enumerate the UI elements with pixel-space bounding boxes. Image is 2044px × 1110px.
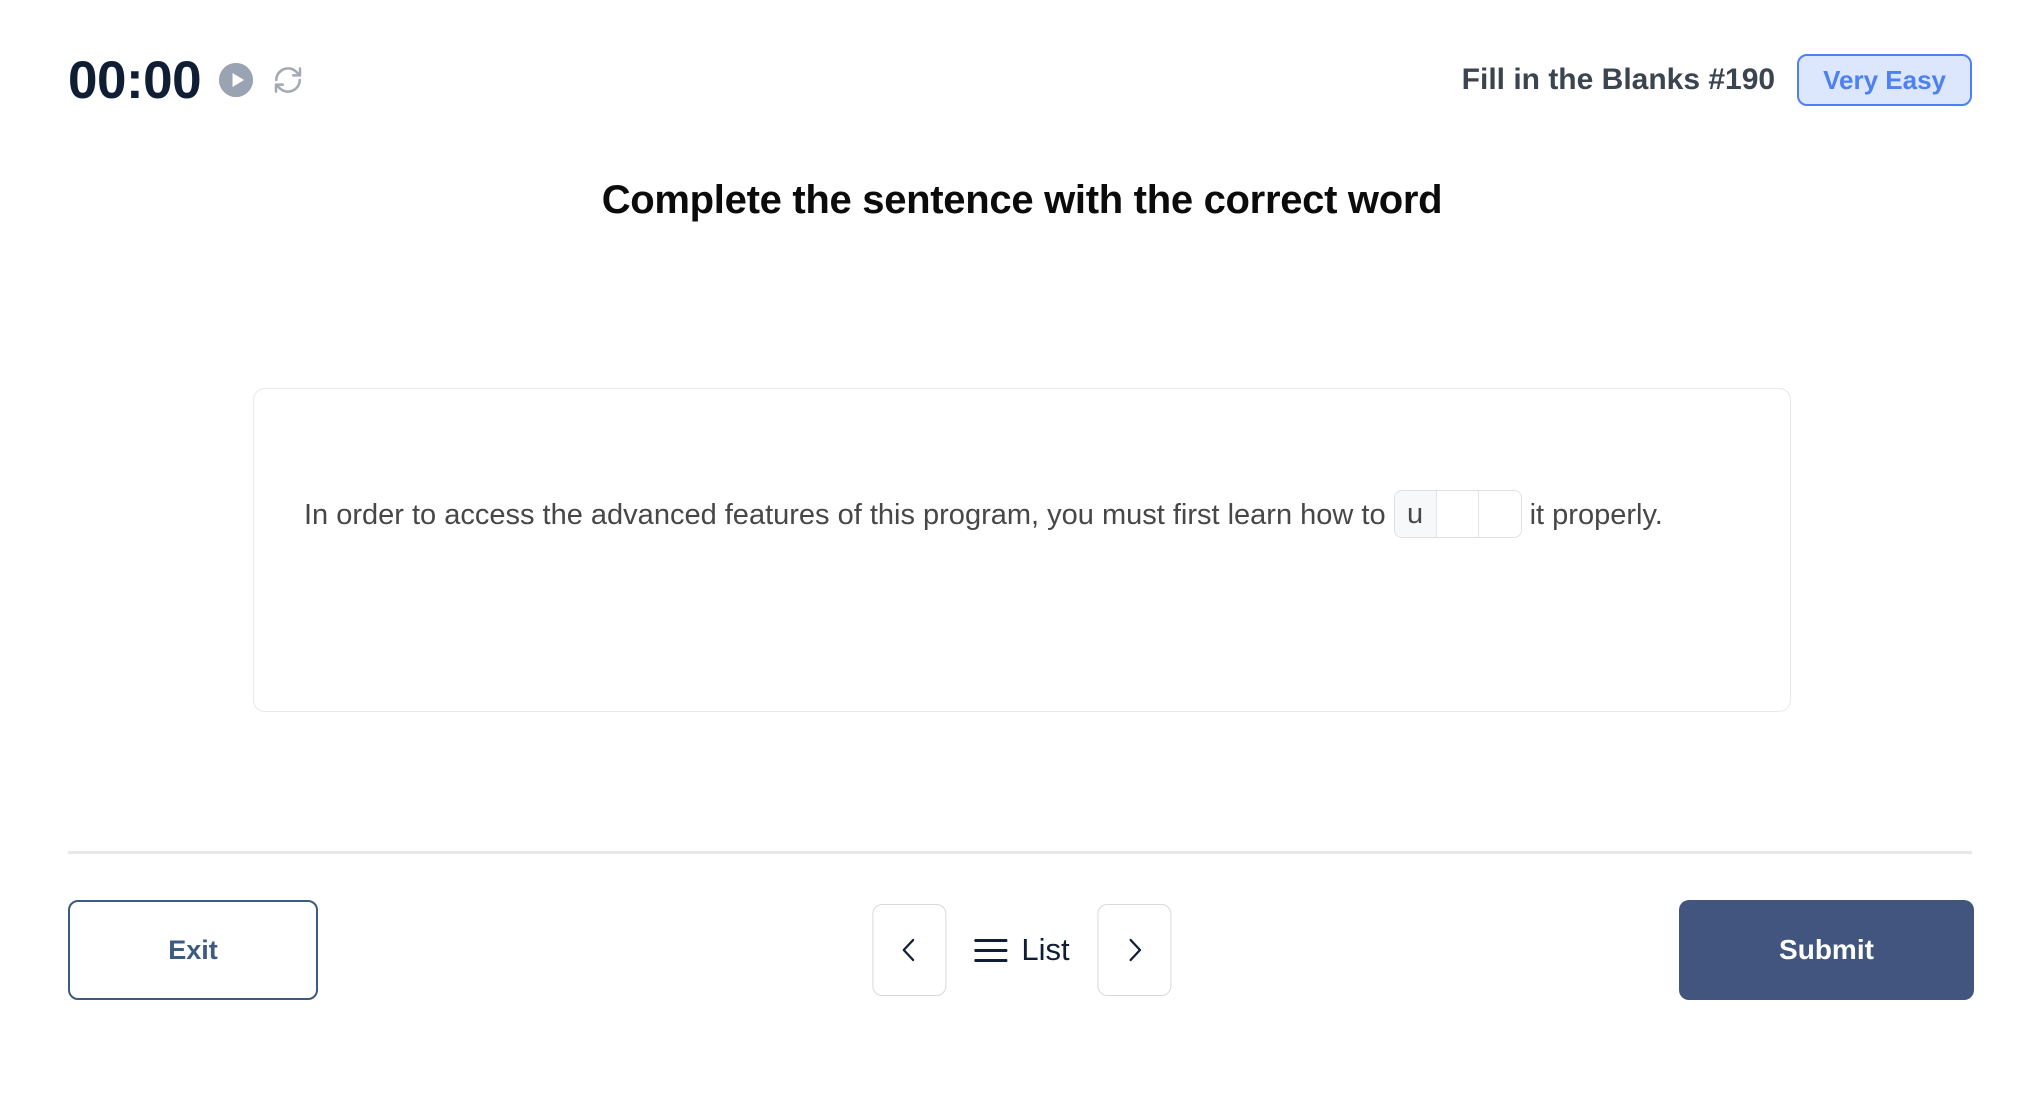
difficulty-badge[interactable]: Very Easy — [1797, 54, 1972, 106]
quiz-page: 00:00 Fill in the Blanks #190 Very Easy — [0, 0, 2044, 1110]
chevron-right-icon — [1129, 938, 1142, 962]
hamburger-icon — [974, 938, 1008, 962]
refresh-icon[interactable] — [271, 63, 305, 97]
question-card: In order to access the advanced features… — [253, 388, 1791, 712]
next-question-button[interactable] — [1097, 904, 1172, 996]
list-button[interactable]: List — [968, 932, 1075, 968]
timer-display: 00:00 — [68, 50, 202, 110]
quiz-title: Fill in the Blanks #190 — [1461, 63, 1776, 96]
footer-divider — [68, 851, 1972, 854]
navigation-controls: List — [872, 904, 1172, 996]
top-bar: 00:00 Fill in the Blanks #190 Very Easy — [68, 48, 1972, 112]
chevron-left-icon — [902, 938, 915, 962]
previous-question-button[interactable] — [872, 904, 947, 996]
blank-cell-1[interactable]: u — [1394, 491, 1437, 538]
exit-button[interactable]: Exit — [68, 900, 318, 1000]
sentence-after-blank: it properly. — [1529, 499, 1663, 531]
question-sentence: In order to access the advanced features… — [304, 483, 1750, 548]
quiz-meta-group: Fill in the Blanks #190 Very Easy — [1462, 54, 1972, 106]
footer-bar: Exit List Submit — [0, 900, 2044, 1010]
list-button-label: List — [1021, 932, 1070, 967]
blank-cell-2[interactable] — [1436, 491, 1479, 538]
play-icon-glyph — [219, 63, 254, 97]
blank-input-group[interactable]: u — [1393, 490, 1522, 539]
refresh-icon-glyph — [274, 67, 302, 93]
sentence-before-blank: In order to access the advanced features… — [304, 499, 1386, 531]
timer-group: 00:00 — [68, 54, 305, 107]
submit-button[interactable]: Submit — [1679, 900, 1974, 1000]
play-icon[interactable] — [219, 63, 254, 97]
blank-cell-3[interactable] — [1478, 491, 1521, 538]
page-title: Complete the sentence with the correct w… — [601, 178, 1443, 222]
